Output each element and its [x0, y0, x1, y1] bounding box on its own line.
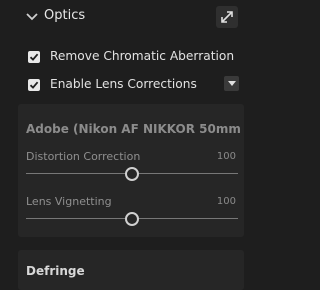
- lens-vignetting-thumb[interactable]: [125, 212, 139, 226]
- defringe-panel[interactable]: Defringe: [18, 250, 244, 290]
- expand-button[interactable]: [216, 6, 238, 28]
- lens-corrections-dropdown-button[interactable]: [224, 76, 239, 91]
- lens-vignetting-label: Lens Vignetting: [26, 195, 112, 208]
- expand-arrows-icon: [221, 11, 233, 23]
- enable-lens-corrections-checkbox[interactable]: [28, 79, 40, 91]
- triangle-down-icon: [228, 81, 236, 86]
- distortion-correction-thumb[interactable]: [125, 167, 139, 181]
- lens-profile-panel: Adobe (Nikon AF NIKKOR 50mm f/1.8... Dis…: [18, 104, 244, 237]
- enable-lens-corrections-label: Enable Lens Corrections: [50, 77, 197, 91]
- checkmark-icon: [29, 81, 39, 89]
- lens-profile-name: Adobe (Nikon AF NIKKOR 50mm f/1.8...: [26, 122, 244, 136]
- section-title: Optics: [44, 8, 86, 23]
- optics-section-header[interactable]: Optics: [0, 0, 260, 34]
- remove-chromatic-aberration-label: Remove Chromatic Aberration: [50, 49, 235, 63]
- defringe-title: Defringe: [26, 264, 85, 278]
- distortion-correction-value: 100: [216, 151, 236, 162]
- checkmark-icon: [29, 53, 39, 61]
- remove-chromatic-aberration-option[interactable]: Remove Chromatic Aberration: [28, 49, 248, 67]
- chevron-down-icon[interactable]: [26, 12, 38, 22]
- lens-vignetting-value: 100: [216, 196, 236, 207]
- remove-chromatic-aberration-checkbox[interactable]: [28, 51, 40, 63]
- enable-lens-corrections-option[interactable]: Enable Lens Corrections: [28, 77, 248, 95]
- distortion-correction-label: Distortion Correction: [26, 150, 141, 163]
